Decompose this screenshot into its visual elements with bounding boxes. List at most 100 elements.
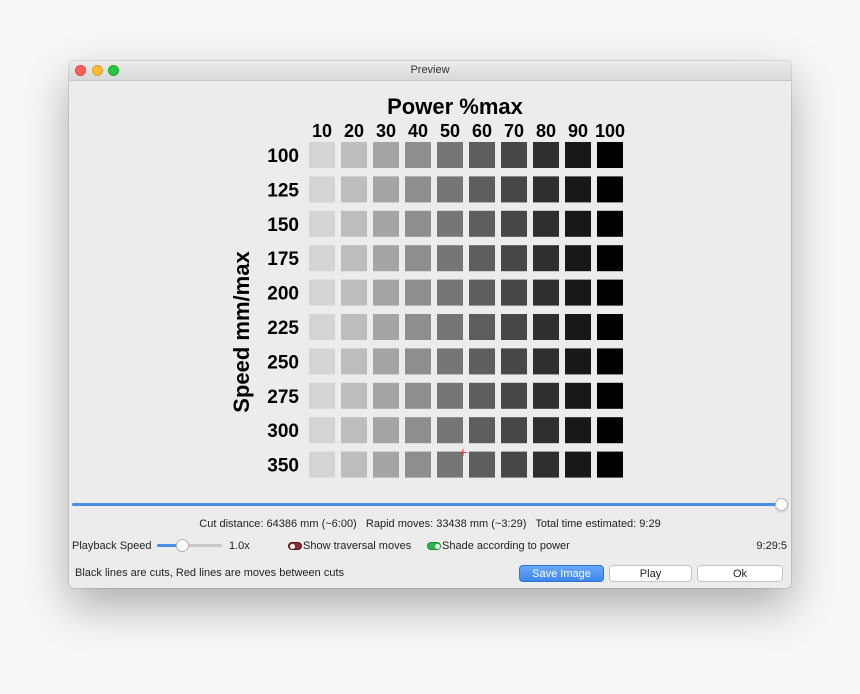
ok-button[interactable]: Ok xyxy=(697,565,783,582)
preview-window: Preview Power %max Speed mm/max 10 20 30 40… xyxy=(69,61,791,588)
grid-cell xyxy=(341,142,367,168)
grid-cell xyxy=(309,142,335,168)
grid-cell xyxy=(437,142,463,168)
grid-cell xyxy=(373,348,399,375)
y-tick-label: 125 xyxy=(267,180,299,201)
grid-cell xyxy=(373,210,399,237)
preview-canvas: Power %max Speed mm/max 10 20 30 40 50 60 70 80… xyxy=(229,94,625,478)
show-traversal-label[interactable]: Show traversal moves xyxy=(303,540,411,552)
grid-cell xyxy=(469,451,495,478)
y-tick-label: 175 xyxy=(267,249,299,270)
y-tick-label: 275 xyxy=(267,387,299,408)
grid-cell xyxy=(597,348,623,375)
grid-cell xyxy=(469,142,495,168)
play-button[interactable]: Play xyxy=(609,565,692,582)
y-tick-label: 100 xyxy=(267,146,299,167)
grid-cell xyxy=(341,210,367,237)
y-tick-label: 200 xyxy=(267,284,299,305)
grid-cell xyxy=(597,142,623,168)
grid-cell xyxy=(533,451,559,478)
x-tick-label: 90 xyxy=(568,121,588,141)
grid-cell xyxy=(405,176,431,203)
grid-cell xyxy=(533,142,559,168)
grid-cell xyxy=(373,245,399,272)
grid-cell xyxy=(501,382,527,409)
grid-cell xyxy=(373,142,399,168)
grid-cell xyxy=(597,210,623,237)
grid-cell xyxy=(437,348,463,375)
grid-cell xyxy=(501,348,527,375)
grid-cell xyxy=(469,348,495,375)
grid-cell xyxy=(533,210,559,237)
grid-cell xyxy=(533,382,559,409)
grid-cell xyxy=(597,417,623,444)
grid-cell xyxy=(405,245,431,272)
grid-cell xyxy=(597,245,623,272)
grid-cell xyxy=(309,245,335,272)
grid-cell xyxy=(565,417,591,444)
x-tick-label: 10 xyxy=(312,121,332,141)
grid-cell xyxy=(597,314,623,340)
grid-cell xyxy=(405,210,431,237)
grid-cell xyxy=(533,176,559,203)
timeline-track[interactable] xyxy=(72,503,780,506)
grid-cell xyxy=(309,382,335,409)
x-tick-label: 30 xyxy=(376,121,396,141)
x-tick-label: 80 xyxy=(536,121,556,141)
grid-cell xyxy=(309,210,335,237)
show-traversal-toggle[interactable] xyxy=(288,542,302,550)
grid-cell xyxy=(565,382,591,409)
grid-cell xyxy=(501,142,527,168)
grid-cell xyxy=(565,451,591,478)
grid-cell xyxy=(565,279,591,306)
help-text: Black lines are cuts, Red lines are move… xyxy=(75,567,345,579)
shade-power-toggle[interactable] xyxy=(427,542,441,550)
chart-ylabel: Speed mm/max xyxy=(229,251,254,413)
grid-cell xyxy=(565,245,591,272)
grid-cell xyxy=(501,210,527,237)
window-title: Preview xyxy=(410,64,450,76)
grid-cell xyxy=(341,176,367,203)
grid-cell xyxy=(341,382,367,409)
timeline-scrubber[interactable] xyxy=(775,498,788,511)
stats-summary: Cut distance: 64386 mm (~6:00) Rapid mov… xyxy=(199,518,661,530)
grid-cell xyxy=(501,279,527,306)
grid-cell xyxy=(565,314,591,340)
grid-cell xyxy=(437,451,463,478)
grid-cell xyxy=(469,382,495,409)
grid-cell xyxy=(437,279,463,306)
grid-cell xyxy=(469,279,495,306)
grid-cell xyxy=(533,417,559,444)
chart-title: Power %max xyxy=(387,94,523,119)
y-tick-label: 250 xyxy=(267,352,299,373)
save-image-button[interactable]: Save Image xyxy=(519,565,604,582)
grid-cell xyxy=(341,245,367,272)
grid-cell xyxy=(341,417,367,444)
grid-cell xyxy=(469,210,495,237)
y-tick-label: 350 xyxy=(267,456,299,477)
shade-power-label[interactable]: Shade according to power xyxy=(442,540,570,552)
grid-cell xyxy=(437,382,463,409)
grid-cell xyxy=(533,314,559,340)
grid-cell xyxy=(501,245,527,272)
grid-cell xyxy=(373,279,399,306)
grid-cell xyxy=(309,314,335,340)
grid-cell xyxy=(597,451,623,478)
grid-cell xyxy=(437,210,463,237)
grid-cell xyxy=(309,417,335,444)
grid-cell xyxy=(405,142,431,168)
grid-cell xyxy=(597,176,623,203)
grid-cell xyxy=(373,417,399,444)
grid-cell xyxy=(309,348,335,375)
grid-cell xyxy=(501,314,527,340)
x-tick-label: 40 xyxy=(408,121,428,141)
playback-speed-value: 1.0x xyxy=(229,540,250,552)
grid-cell xyxy=(405,314,431,340)
grid-cell xyxy=(469,245,495,272)
x-tick-label: 100 xyxy=(595,121,625,141)
grid-cell xyxy=(341,348,367,375)
grid-cell xyxy=(597,279,623,306)
grid-cell xyxy=(437,417,463,444)
playback-speed-knob[interactable] xyxy=(176,539,189,552)
grid-cell xyxy=(341,314,367,340)
